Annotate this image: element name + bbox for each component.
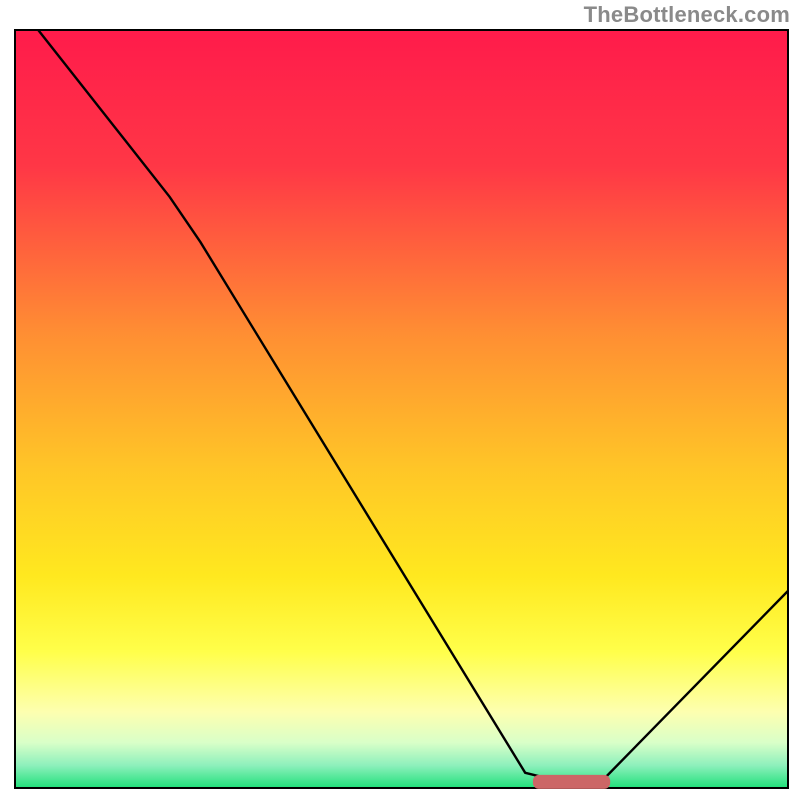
plot-background (15, 30, 788, 788)
optimal-marker (533, 775, 610, 789)
bottleneck-chart (0, 0, 800, 800)
chart-container: TheBottleneck.com (0, 0, 800, 800)
